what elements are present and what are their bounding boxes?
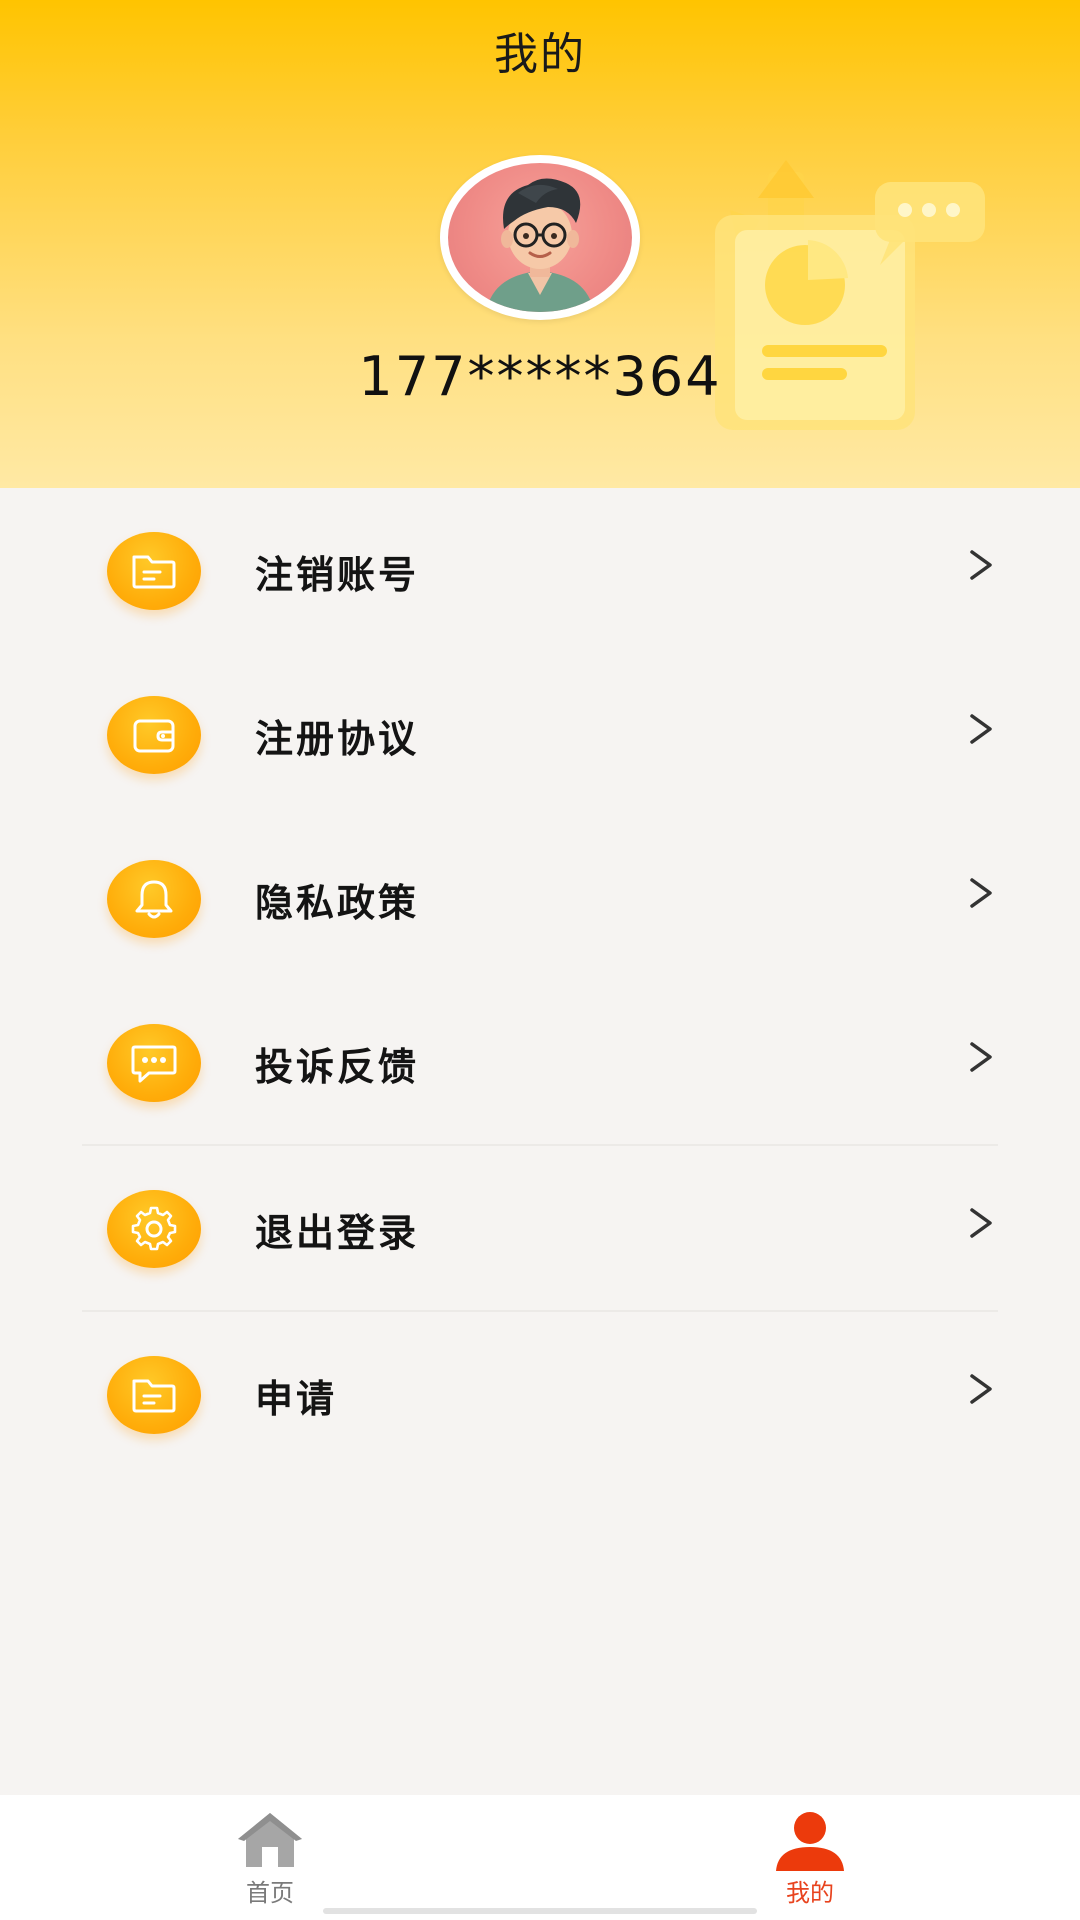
chevron-right-icon [970, 878, 992, 908]
cartoon-boy-avatar-icon [486, 178, 594, 312]
menu-item-label: 投诉反馈 [255, 1045, 420, 1089]
tab-label: 首页 [246, 1879, 294, 1907]
menu-item-label: 注册协议 [255, 717, 420, 761]
chevron-right-icon [970, 1042, 992, 1072]
menu-item-registration-agreement[interactable]: 注册协议 [0, 652, 1080, 816]
chevron-right-icon [970, 714, 992, 744]
home-indicator [323, 1908, 757, 1914]
user-phone-number: 177*****364 [358, 345, 722, 408]
chevron-right-icon [970, 1208, 992, 1238]
menu-item-logout[interactable]: 退出登录 [0, 1146, 1080, 1310]
menu-item-label: 隐私政策 [255, 881, 420, 925]
tab-home[interactable]: 首页 [170, 1795, 370, 1920]
menu-item-complaint-feedback[interactable]: 投诉反馈 [0, 980, 1080, 1144]
chevron-right-icon [970, 1374, 992, 1404]
gear-icon [107, 1190, 201, 1268]
page-title: 我的 [494, 29, 586, 80]
folder-card-icon [107, 532, 201, 610]
profile-header: 我的 177*****364 [0, 0, 1080, 488]
chat-bubble-icon [107, 1024, 201, 1102]
user-icon [776, 1812, 844, 1871]
avatar[interactable] [440, 155, 640, 320]
menu-item-cancel-account[interactable]: 注销账号 [0, 488, 1080, 652]
menu-item-privacy-policy[interactable]: 隐私政策 [0, 816, 1080, 980]
avatar-image [448, 163, 632, 312]
menu-item-label: 申请 [255, 1377, 338, 1421]
menu-item-apply[interactable]: 申请 [0, 1312, 1080, 1476]
menu-item-label: 注销账号 [255, 553, 420, 597]
bell-icon [107, 860, 201, 938]
tab-label: 我的 [786, 1879, 834, 1907]
home-icon [238, 1813, 302, 1867]
tab-mine[interactable]: 我的 [710, 1795, 910, 1920]
wallet-icon [107, 696, 201, 774]
bottom-tab-bar: 首页 我的 [0, 1795, 1080, 1920]
folder-card-icon [107, 1356, 201, 1434]
chevron-right-icon [970, 550, 992, 580]
menu-item-label: 退出登录 [255, 1211, 420, 1255]
